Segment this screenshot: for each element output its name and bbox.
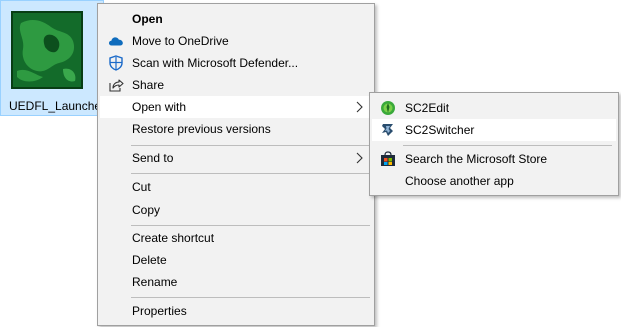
open-with-submenu: SC2Edit SC2Switcher Search the Microsoft… xyxy=(369,92,619,196)
menu-item-label: Open with xyxy=(132,100,187,114)
menu-item-open[interactable]: Open xyxy=(100,8,372,30)
share-icon xyxy=(108,77,124,93)
menu-item-label: SC2Edit xyxy=(405,101,450,115)
desktop-file-label: UEDFL_Launcher xyxy=(9,99,106,113)
map-thumbnail-icon xyxy=(11,11,83,89)
menu-item-label: Scan with Microsoft Defender... xyxy=(132,56,299,70)
menu-separator xyxy=(131,297,370,298)
defender-shield-icon xyxy=(108,55,124,71)
menu-item-label: Search the Microsoft Store xyxy=(405,152,548,166)
menu-item-open-with[interactable]: Open with xyxy=(100,96,372,118)
menu-item-label: Restore previous versions xyxy=(132,122,271,136)
sc2switcher-icon xyxy=(380,122,396,138)
menu-item-label: Properties xyxy=(132,304,187,318)
menu-item-rename[interactable]: Rename xyxy=(100,271,372,293)
menu-item-label: Rename xyxy=(132,275,178,289)
context-menu: Open Move to OneDrive Scan with Microsof… xyxy=(97,3,375,326)
menu-item-label: SC2Switcher xyxy=(405,123,475,137)
menu-separator xyxy=(131,173,370,174)
menu-item-send-to[interactable]: Send to xyxy=(100,147,372,169)
submenu-item-sc2switcher[interactable]: SC2Switcher xyxy=(372,119,616,141)
submenu-item-search-microsoft-store[interactable]: Search the Microsoft Store xyxy=(372,148,616,170)
chevron-right-icon xyxy=(354,100,364,114)
menu-separator xyxy=(131,225,370,226)
menu-item-restore-previous-versions[interactable]: Restore previous versions xyxy=(100,118,372,140)
desktop-file-uedfl-launcher[interactable]: UEDFL_Launcher xyxy=(0,0,106,116)
menu-separator xyxy=(403,145,612,146)
menu-item-delete[interactable]: Delete xyxy=(100,249,372,271)
microsoft-store-icon xyxy=(380,151,396,167)
menu-item-label: Copy xyxy=(132,203,161,217)
menu-separator xyxy=(131,145,370,146)
menu-item-properties[interactable]: Properties xyxy=(100,300,372,322)
menu-item-label: Move to OneDrive xyxy=(132,34,229,48)
menu-item-label: Delete xyxy=(132,253,167,267)
menu-item-label: Choose another app xyxy=(405,174,514,188)
menu-item-label: Open xyxy=(132,12,163,26)
menu-item-cut[interactable]: Cut xyxy=(100,176,372,198)
menu-item-label: Cut xyxy=(132,180,151,194)
submenu-item-choose-another-app[interactable]: Choose another app xyxy=(372,170,616,192)
menu-item-label: Share xyxy=(132,78,165,92)
menu-item-label: Send to xyxy=(132,151,174,165)
menu-item-copy[interactable]: Copy xyxy=(100,199,372,221)
menu-item-create-shortcut[interactable]: Create shortcut xyxy=(100,227,372,249)
menu-item-scan-with-defender[interactable]: Scan with Microsoft Defender... xyxy=(100,52,372,74)
chevron-right-icon xyxy=(354,151,364,165)
menu-item-move-to-onedrive[interactable]: Move to OneDrive xyxy=(100,30,372,52)
menu-item-share[interactable]: Share xyxy=(100,74,372,96)
onedrive-cloud-icon xyxy=(108,33,124,49)
menu-item-label: Create shortcut xyxy=(132,231,215,245)
sc2edit-icon xyxy=(380,100,396,116)
submenu-item-sc2edit[interactable]: SC2Edit xyxy=(372,97,616,119)
